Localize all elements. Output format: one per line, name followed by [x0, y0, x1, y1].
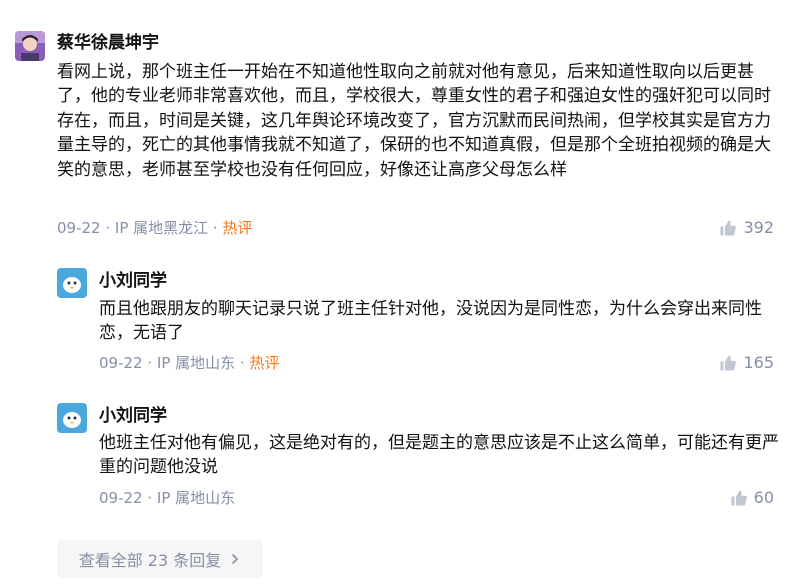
like-button[interactable]: 60 — [730, 488, 774, 508]
comment-date: 09-22 — [57, 219, 101, 237]
meta-separator: · — [208, 219, 223, 237]
meta-separator: · — [235, 354, 250, 372]
like-count: 165 — [743, 353, 774, 372]
thumbs-up-icon — [720, 355, 737, 371]
thumbs-up-icon — [720, 220, 737, 236]
thumbs-up-icon — [731, 490, 747, 506]
hot-comment-badge: 热评 — [222, 219, 253, 237]
comment-date: 09-22 — [99, 354, 143, 372]
avatar[interactable] — [15, 31, 45, 61]
comment-author[interactable]: 蔡华徐晨坤宇 — [57, 31, 159, 55]
bird-avatar-icon — [57, 268, 87, 298]
comment-author[interactable]: 小刘同学 — [99, 404, 167, 428]
bird-avatar-icon — [57, 403, 87, 433]
view-all-replies-button[interactable]: 查看全部 23 条回复 — [57, 540, 263, 578]
meta-separator: · — [142, 354, 157, 372]
comment-text: 看网上说，那个班主任一开始在不知道他性取向之前就对他有意见，后来知道性取向以后更… — [57, 62, 771, 180]
comment-location: IP 属地山东 — [156, 354, 236, 372]
comment-meta: 09-22 · IP 属地山东 — [99, 488, 235, 508]
comment-text: 而且他跟朋友的聊天记录只说了班主任针对他，没说因为是同性恋，为什么会穿出来同性恋… — [99, 299, 762, 344]
like-button[interactable]: 392 — [719, 218, 774, 238]
like-count: 392 — [743, 218, 774, 237]
comment-location: IP 属地黑龙江 — [114, 219, 209, 237]
like-button[interactable]: 165 — [719, 353, 774, 373]
comment-text: 他班主任对他有偏见，这是绝对有的，但是题主的意思应该是不止这么简单，可能还有更严… — [99, 433, 779, 478]
chevron-right-icon — [232, 554, 239, 564]
comment-date: 09-22 — [99, 489, 143, 507]
hot-comment-badge: 热评 — [249, 354, 280, 372]
user-avatar-photo-icon — [15, 31, 45, 61]
comment-meta: 09-22 · IP 属地黑龙江 · 热评 — [57, 218, 252, 238]
meta-separator: · — [100, 219, 115, 237]
like-count: 60 — [753, 488, 774, 507]
comment-location: IP 属地山东 — [156, 489, 236, 507]
view-all-replies-label: 查看全部 23 条回复 — [78, 551, 222, 570]
avatar[interactable] — [57, 268, 87, 298]
meta-separator: · — [142, 489, 157, 507]
comment-author[interactable]: 小刘同学 — [99, 269, 167, 293]
comment-meta: 09-22 · IP 属地山东 · 热评 — [99, 353, 279, 373]
avatar[interactable] — [57, 403, 87, 433]
